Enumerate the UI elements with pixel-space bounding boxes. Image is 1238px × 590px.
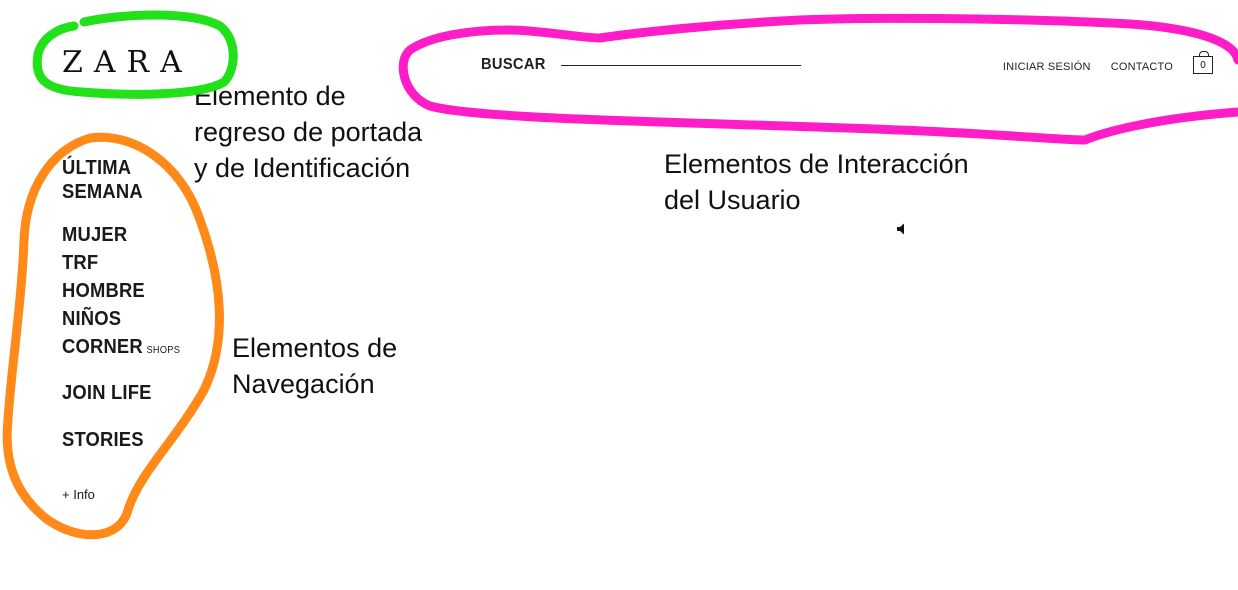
annotation-logo-line1: Elemento de [194,81,346,111]
nav-item-mujer[interactable]: MUJER [62,223,127,247]
annotation-user: Elementos de Interacción del Usuario [664,146,969,218]
highlight-marks [2,10,1238,540]
nav-item-hombre[interactable]: HOMBRE [62,279,145,303]
nav-item-ultima-semana-line1[interactable]: ÚLTIMA [62,156,131,180]
contact-link[interactable]: CONTACTO [1111,61,1173,73]
nav-item-shops-suffix: SHOPS [146,345,181,356]
annotation-nav-line1: Elementos de [232,333,398,363]
search-label[interactable]: BUSCAR [481,56,546,74]
more-info-link[interactable]: + Info [62,487,95,502]
annotation-nav: Elementos de Navegación [232,330,397,402]
search-field[interactable]: BUSCAR [481,56,802,74]
zara-logo[interactable]: ZARA [62,48,193,78]
login-link[interactable]: INICIAR SESIÓN [1003,61,1091,73]
user-links: INICIAR SESIÓN CONTACTO 0 [1003,51,1213,74]
user-interaction-highlight-circle [398,13,1238,145]
zara-homepage: ZARA BUSCAR INICIAR SESIÓN CONTACTO 0 ÚL… [0,0,1238,590]
annotation-nav-line2: Navegación [232,369,375,399]
speaker-icon[interactable] [896,222,910,236]
annotation-user-line2: del Usuario [664,185,801,215]
nav-item-corner-label: CORNER [62,336,143,358]
annotation-logo-line2: regreso de portada [194,117,423,147]
nav-item-ninos[interactable]: NIÑOS [62,307,121,331]
nav-item-ultima-semana-line2[interactable]: SEMANA [62,180,143,204]
cart-count: 0 [1200,59,1206,71]
nav-item-trf[interactable]: TRF [62,251,98,275]
search-underline[interactable] [561,65,802,66]
annotation-logo-line3: y de Identificación [194,153,411,183]
nav-item-stories[interactable]: STORIES [62,428,144,452]
nav-item-corner-shops[interactable]: CORNER SHOPS [62,335,180,363]
shopping-bag-icon[interactable]: 0 [1193,51,1213,74]
annotation-logo: Elemento de regreso de portada y de Iden… [194,78,422,186]
nav-item-join-life[interactable]: JOIN LIFE [62,381,152,405]
annotation-user-line1: Elementos de Interacción [664,149,969,179]
